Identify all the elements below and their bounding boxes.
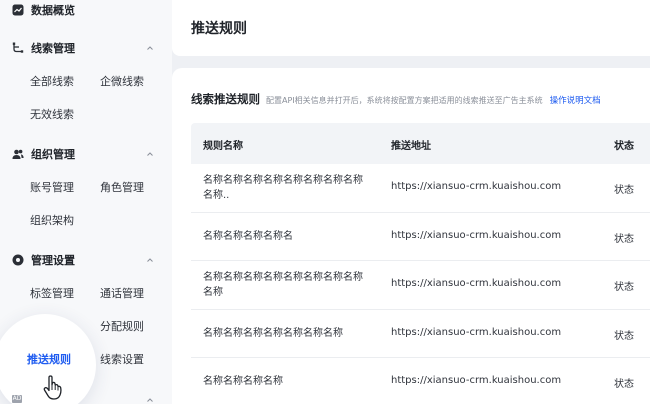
push-url: https://xiansuo-crm.kuaishou.com bbox=[391, 278, 562, 289]
sidebar-group-settings[interactable]: 管理设置 bbox=[12, 250, 75, 270]
card-header: 线索推送规则 配置API相关信息并打开后，系统将按配置方案把适用的线索推送至广告… bbox=[191, 91, 650, 107]
ad-badge-icon: AD bbox=[12, 395, 22, 403]
settings-icon bbox=[12, 254, 24, 266]
sidebar-group-title: 管理设置 bbox=[31, 254, 75, 267]
rule-name: 名称名称名称名称 bbox=[203, 376, 283, 387]
table-row[interactable]: 名称名称名称名称名称名称名称名称名称 https://xiansuo-crm.k… bbox=[191, 261, 650, 310]
sidebar-group-title: 组织管理 bbox=[31, 148, 75, 161]
sidebar-item-label: 数据概览 bbox=[31, 4, 75, 17]
users-icon bbox=[12, 148, 24, 160]
rule-name: 名称名称名称名称名称名称名称名称名称 bbox=[203, 272, 363, 298]
sidebar: 数据概览 线索管理 全部线索 企微线索 无效线索 组织管理 账号管理 角色管理 … bbox=[0, 0, 172, 404]
sidebar-group-organization[interactable]: 组织管理 bbox=[12, 144, 75, 164]
sidebar-item-assign-rules[interactable]: 分配规则 bbox=[100, 318, 144, 336]
sidebar-item-roles[interactable]: 角色管理 bbox=[100, 179, 144, 197]
sidebar-item-all-leads[interactable]: 全部线索 bbox=[30, 73, 74, 91]
table-row[interactable]: 名称名称名称名称 https://xiansuo-crm.kuaishou.co… bbox=[191, 358, 650, 404]
push-url: https://xiansuo-crm.kuaishou.com bbox=[391, 375, 562, 386]
chevron-up-icon[interactable] bbox=[146, 256, 154, 264]
sidebar-group-leads[interactable]: 线索管理 bbox=[12, 38, 75, 58]
column-header-url: 推送地址 bbox=[391, 141, 431, 152]
page-header: 推送规则 bbox=[172, 0, 650, 56]
table-row[interactable]: 名称名称名称名称名称名称名称 https://xiansuo-crm.kuais… bbox=[191, 310, 650, 358]
sidebar-item-push-rules[interactable]: 推送规则 bbox=[27, 351, 71, 369]
sidebar-group-title: 线索管理 bbox=[31, 42, 75, 55]
table-row[interactable]: 名称名称名称名称名 https://xiansuo-crm.kuaishou.c… bbox=[191, 213, 650, 261]
flow-icon bbox=[12, 42, 24, 54]
hand-pointer-icon bbox=[42, 375, 64, 401]
sidebar-item-org-structure[interactable]: 组织架构 bbox=[30, 212, 74, 230]
push-url: https://xiansuo-crm.kuaishou.com bbox=[391, 181, 562, 192]
sidebar-item-calls[interactable]: 通话管理 bbox=[100, 285, 144, 303]
chevron-up-icon[interactable] bbox=[146, 44, 154, 52]
sidebar-item-wecom-leads[interactable]: 企微线索 bbox=[100, 73, 144, 91]
rule-name: 名称名称名称名称名 bbox=[203, 231, 293, 242]
push-rules-card: 线索推送规则 配置API相关信息并打开后，系统将按配置方案把适用的线索推送至广告… bbox=[172, 68, 650, 404]
card-description: 配置API相关信息并打开后，系统将按配置方案把适用的线索推送至广告主系统 bbox=[266, 96, 543, 105]
rule-status: 状态 bbox=[614, 379, 634, 390]
doc-link[interactable]: 操作说明文档 bbox=[550, 94, 601, 106]
card-title: 线索推送规则 bbox=[191, 92, 260, 106]
rule-status: 状态 bbox=[614, 234, 634, 245]
column-header-status: 状态 bbox=[614, 141, 634, 152]
rule-status: 状态 bbox=[614, 185, 634, 196]
column-header-name: 规则名称 bbox=[203, 141, 243, 152]
push-url: https://xiansuo-crm.kuaishou.com bbox=[391, 230, 562, 241]
push-url: https://xiansuo-crm.kuaishou.com bbox=[391, 327, 562, 338]
sidebar-item-lead-settings[interactable]: 线索设置 bbox=[100, 351, 144, 369]
sidebar-item-overview[interactable]: 数据概览 bbox=[12, 0, 75, 20]
sidebar-item-tags[interactable]: 标签管理 bbox=[30, 285, 74, 303]
rules-table: 规则名称 推送地址 状态 名称名称名称名称名称名称名称名称名称.. https:… bbox=[191, 123, 650, 404]
rule-status: 状态 bbox=[614, 331, 634, 342]
sidebar-item-accounts[interactable]: 账号管理 bbox=[30, 179, 74, 197]
chevron-up-icon[interactable] bbox=[146, 150, 154, 158]
rule-name: 名称名称名称名称名称名称名称 bbox=[203, 328, 343, 339]
rule-status: 状态 bbox=[614, 282, 634, 293]
sidebar-item-invalid-leads[interactable]: 无效线索 bbox=[30, 106, 74, 124]
page-title: 推送规则 bbox=[191, 21, 247, 37]
line-chart-icon bbox=[12, 4, 24, 16]
table-header: 规则名称 推送地址 状态 bbox=[191, 123, 650, 164]
rule-name: 名称名称名称名称名称名称名称名称名称.. bbox=[203, 175, 363, 201]
table-row[interactable]: 名称名称名称名称名称名称名称名称名称.. https://xiansuo-crm… bbox=[191, 164, 650, 213]
chevron-up-icon[interactable] bbox=[146, 396, 154, 404]
